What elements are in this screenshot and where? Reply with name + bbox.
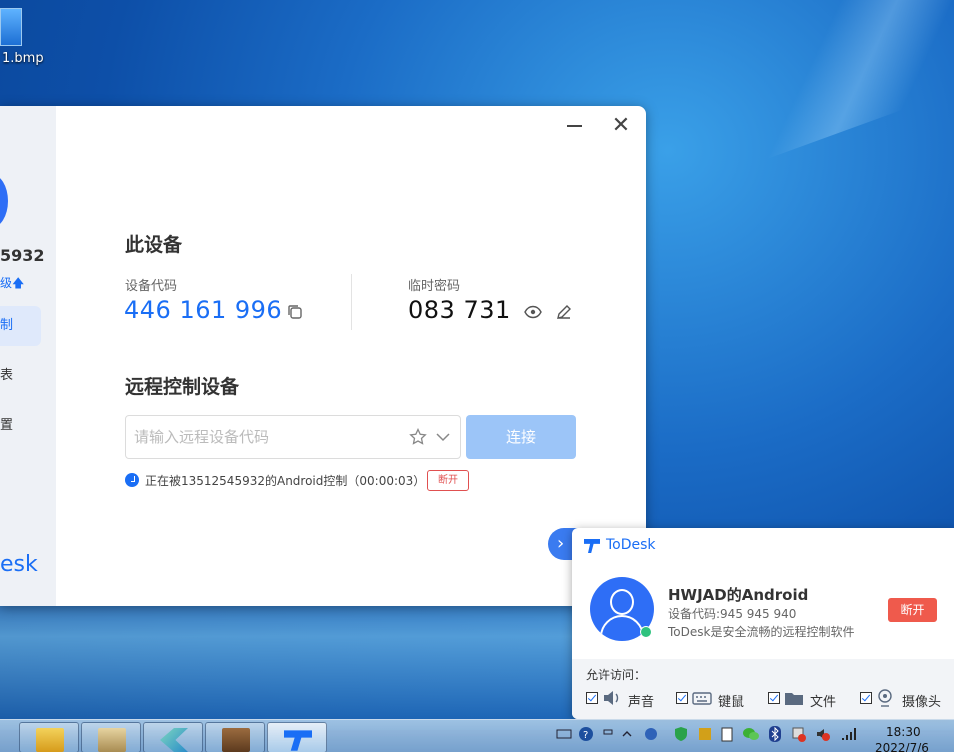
copy-icon[interactable] xyxy=(286,303,304,321)
permission-sound-label: 声音 xyxy=(628,695,655,710)
archive-app-icon xyxy=(222,728,250,752)
this-device-title: 此设备 xyxy=(125,234,183,256)
wechat-icon[interactable] xyxy=(742,726,760,742)
permissions-panel: 允许访问： 声音 键鼠 文件 摄像头 xyxy=(572,659,954,719)
webcam-icon xyxy=(876,689,898,707)
allow-access-label: 允许访问： xyxy=(586,668,647,682)
taskbar-app-todesk[interactable] xyxy=(267,722,327,752)
divider xyxy=(351,274,352,330)
svg-text:?: ? xyxy=(583,730,588,741)
sidebar: 5932 级🡅 制 表 置 esk xyxy=(0,106,56,606)
taskbar-app-folder[interactable] xyxy=(19,722,79,752)
close-button[interactable]: ✕ xyxy=(610,114,632,138)
tray-clock-time[interactable]: 18:30 xyxy=(886,725,921,739)
arrow-up-icon: 🡅 xyxy=(12,276,25,290)
taskbar-app-wms[interactable] xyxy=(81,722,141,752)
image-file-icon xyxy=(0,8,22,46)
eye-icon[interactable] xyxy=(524,303,542,321)
file-checkbox[interactable] xyxy=(768,692,780,704)
todesk-main-window: 5932 级🡅 制 表 置 esk ✕ 此设备 设备代码 446 161 996… xyxy=(0,106,646,606)
session-popup: ToDesk HWJAD的Android 设备代码:945 945 940 To… xyxy=(572,528,954,719)
status-disconnect-button[interactable]: 断开 xyxy=(427,470,469,491)
folder-app-icon xyxy=(36,728,64,752)
online-badge-icon xyxy=(640,626,652,638)
camera-checkbox[interactable] xyxy=(860,692,872,704)
device-code-value: 446 161 996 xyxy=(124,296,283,324)
desktop-file-label: 1.bmp xyxy=(2,51,44,66)
sound-checkbox[interactable] xyxy=(586,692,598,704)
remote-control-title: 远程控制设备 xyxy=(125,376,240,398)
sidebar-item-device-list[interactable]: 表 xyxy=(0,356,41,396)
popup-tagline: ToDesk是安全流畅的远程控制软件 xyxy=(668,625,855,639)
tray-app-icon[interactable] xyxy=(698,726,712,742)
edit-icon[interactable] xyxy=(555,303,573,321)
green-arrow-app-icon xyxy=(160,728,188,752)
network-error-icon[interactable] xyxy=(792,726,806,742)
permission-camera-label: 摄像头 xyxy=(902,695,942,710)
taskbar-app-arrow[interactable] xyxy=(143,722,203,752)
connect-button[interactable]: 连接 xyxy=(466,415,576,459)
chevron-down-icon[interactable] xyxy=(434,428,452,446)
minimize-button[interactable] xyxy=(566,114,584,138)
signal-icon[interactable] xyxy=(840,726,858,742)
remote-code-field[interactable] xyxy=(125,415,461,459)
shield-icon[interactable] xyxy=(674,726,688,742)
todesk-logo: esk xyxy=(0,552,38,577)
folder-icon xyxy=(784,689,806,707)
upgrade-link[interactable]: 级🡅 xyxy=(0,274,24,295)
taskbar: ? 18:30 2022/7/6 xyxy=(0,719,954,752)
wms-app-icon xyxy=(98,728,126,752)
upgrade-label: 级 xyxy=(0,276,13,290)
clock-icon xyxy=(125,473,139,487)
sidebar-item-remote-control[interactable]: 制 xyxy=(0,306,41,346)
language-icon[interactable] xyxy=(602,726,614,742)
info-icon[interactable] xyxy=(644,726,658,742)
star-icon[interactable] xyxy=(409,427,427,446)
bluetooth-icon[interactable] xyxy=(768,726,782,742)
speaker-icon xyxy=(602,689,624,707)
control-status-text: 正在被13512545932的Android控制（00:00:03） xyxy=(145,474,426,488)
keyboard-mouse-checkbox[interactable] xyxy=(676,692,688,704)
tray-clock-date[interactable]: 2022/7/6 xyxy=(875,741,929,752)
popup-disconnect-button[interactable]: 断开 xyxy=(888,598,937,622)
chevron-up-icon[interactable] xyxy=(622,726,632,742)
user-avatar[interactable] xyxy=(0,174,8,228)
sidebar-user-id: 5932 xyxy=(0,246,45,265)
volume-muted-icon[interactable] xyxy=(816,726,830,742)
permission-file-label: 文件 xyxy=(810,695,837,710)
clipboard-icon[interactable] xyxy=(720,726,734,742)
permission-keyboard-mouse-label: 键鼠 xyxy=(718,695,745,710)
desktop-file-icon[interactable]: 1.bmp xyxy=(0,8,44,66)
remote-code-input[interactable] xyxy=(134,426,394,448)
device-code-label: 设备代码 xyxy=(125,279,178,294)
remote-device-code: 设备代码:945 945 940 xyxy=(668,607,797,621)
todesk-logo-icon xyxy=(584,539,600,553)
todesk-app-icon xyxy=(284,730,312,751)
sidebar-item-settings[interactable]: 置 xyxy=(0,406,41,446)
keyboard-tray-icon[interactable] xyxy=(556,726,572,742)
keyboard-icon xyxy=(692,689,714,707)
desktop-beam xyxy=(682,0,954,170)
remote-user-name: HWJAD的Android xyxy=(668,586,809,604)
popup-brand-label: ToDesk xyxy=(606,537,656,553)
temp-password-value: 083 731 xyxy=(408,296,511,324)
taskbar-app-archive[interactable] xyxy=(205,722,265,752)
help-icon[interactable]: ? xyxy=(578,726,594,742)
temp-password-label: 临时密码 xyxy=(408,279,461,294)
